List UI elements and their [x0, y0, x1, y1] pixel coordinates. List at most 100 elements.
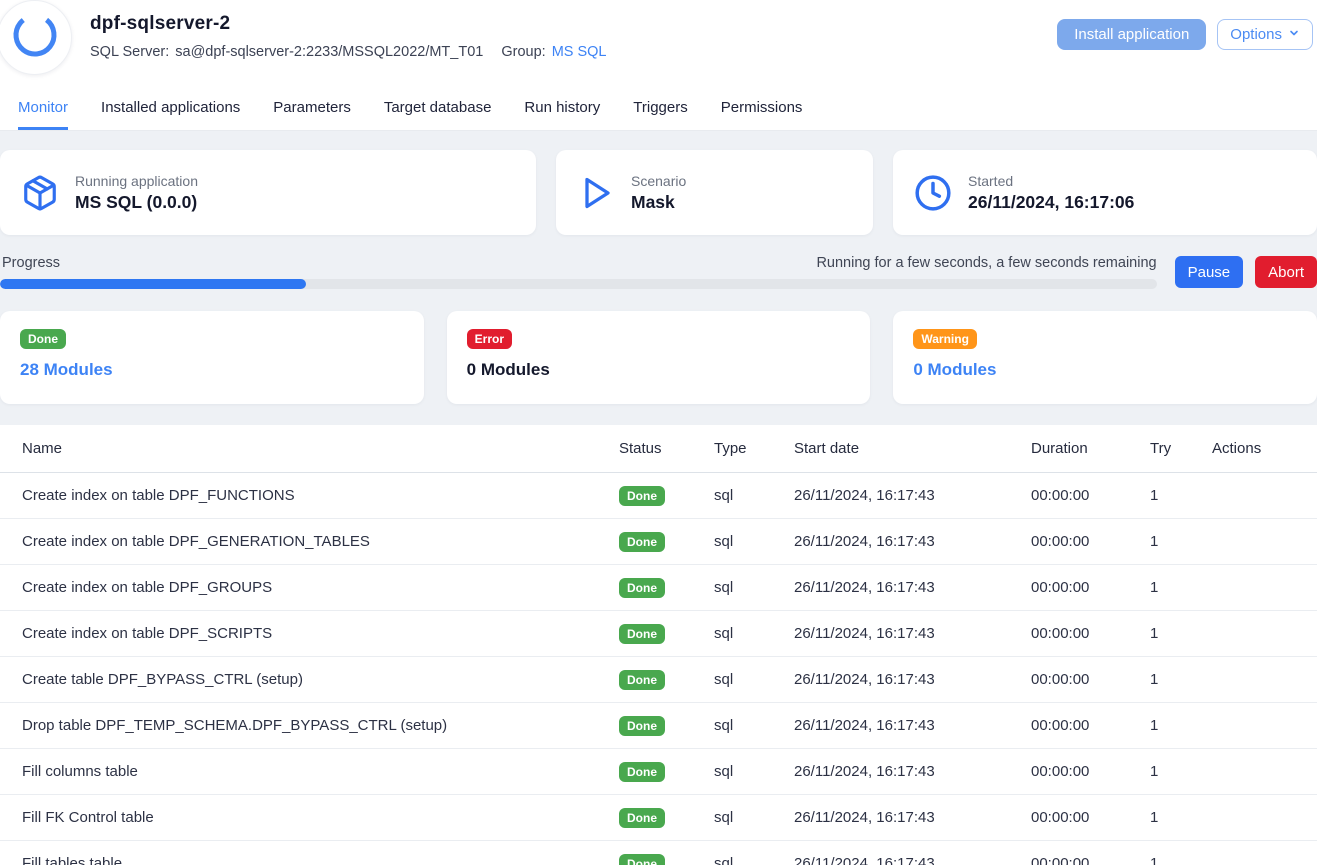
- cell-duration: 00:00:00: [1031, 717, 1150, 734]
- cell-name: Fill FK Control table: [0, 809, 619, 826]
- done-badge: Done: [619, 854, 665, 865]
- cell-status: Done: [619, 624, 714, 644]
- done-badge: Done: [619, 486, 665, 506]
- done-badge: Done: [619, 578, 665, 598]
- tab-permissions[interactable]: Permissions: [721, 88, 803, 130]
- cell-try: 1: [1150, 809, 1212, 826]
- done-badge: Done: [619, 670, 665, 690]
- cell-name: Create index on table DPF_GROUPS: [0, 579, 619, 596]
- tab-installed-applications[interactable]: Installed applications: [101, 88, 240, 130]
- running-application-card: Running application MS SQL (0.0.0): [0, 150, 536, 235]
- cell-name: Create index on table DPF_GENERATION_TAB…: [0, 533, 619, 550]
- cell-try: 1: [1150, 855, 1212, 865]
- options-button[interactable]: Options: [1217, 19, 1313, 50]
- cell-duration: 00:00:00: [1031, 809, 1150, 826]
- table-row[interactable]: Fill tables table Done sql 26/11/2024, 1…: [0, 841, 1317, 865]
- cell-start-date: 26/11/2024, 16:17:43: [794, 855, 1031, 865]
- table-row[interactable]: Create index on table DPF_GENERATION_TAB…: [0, 519, 1317, 565]
- table-body: Create index on table DPF_FUNCTIONS Done…: [0, 473, 1317, 865]
- cell-status: Done: [619, 808, 714, 828]
- cell-type: sql: [714, 625, 794, 642]
- cell-name: Create index on table DPF_SCRIPTS: [0, 625, 619, 642]
- column-header-duration: Duration: [1031, 440, 1150, 457]
- done-badge: Done: [619, 716, 665, 736]
- card-value: MS SQL (0.0.0): [75, 192, 198, 213]
- table-row[interactable]: Fill columns table Done sql 26/11/2024, …: [0, 749, 1317, 795]
- table-row[interactable]: Fill FK Control table Done sql 26/11/202…: [0, 795, 1317, 841]
- done-badge: Done: [619, 532, 665, 552]
- cell-status: Done: [619, 670, 714, 690]
- table-row[interactable]: Create table DPF_BYPASS_CTRL (setup) Don…: [0, 657, 1317, 703]
- done-badge: Done: [619, 762, 665, 782]
- cell-duration: 00:00:00: [1031, 625, 1150, 642]
- tab-run-history[interactable]: Run history: [524, 88, 600, 130]
- cell-try: 1: [1150, 487, 1212, 504]
- modules-count-link[interactable]: 0 Modules: [467, 360, 851, 380]
- play-icon: [576, 173, 616, 213]
- done-badge: Done: [619, 624, 665, 644]
- cell-status: Done: [619, 532, 714, 552]
- cell-status: Done: [619, 762, 714, 782]
- progress-status-text: Running for a few seconds, a few seconds…: [816, 255, 1156, 271]
- cell-type: sql: [714, 671, 794, 688]
- chevron-down-icon: [1288, 26, 1300, 43]
- cell-try: 1: [1150, 625, 1212, 642]
- cell-start-date: 26/11/2024, 16:17:43: [794, 763, 1031, 780]
- cell-start-date: 26/11/2024, 16:17:43: [794, 487, 1031, 504]
- cell-type: sql: [714, 533, 794, 550]
- tab-monitor[interactable]: Monitor: [18, 88, 68, 130]
- card-value: 26/11/2024, 16:17:06: [968, 192, 1134, 213]
- cell-name: Create index on table DPF_FUNCTIONS: [0, 487, 619, 504]
- pause-button[interactable]: Pause: [1175, 256, 1244, 288]
- module-summary-card: Warning 0 Modules: [893, 311, 1317, 404]
- cell-type: sql: [714, 809, 794, 826]
- table-row[interactable]: Create index on table DPF_GROUPS Done sq…: [0, 565, 1317, 611]
- cell-name: Fill columns table: [0, 763, 619, 780]
- cell-duration: 00:00:00: [1031, 579, 1150, 596]
- done-badge: Done: [619, 808, 665, 828]
- cell-status: Done: [619, 854, 714, 865]
- cell-try: 1: [1150, 763, 1212, 780]
- modules-count-link[interactable]: 0 Modules: [913, 360, 1297, 380]
- table-row[interactable]: Drop table DPF_TEMP_SCHEMA.DPF_BYPASS_CT…: [0, 703, 1317, 749]
- card-label: Started: [968, 173, 1134, 189]
- tab-triggers[interactable]: Triggers: [633, 88, 687, 130]
- module-cards-row: Done 28 Modules Error 0 Modules Warning …: [0, 311, 1317, 404]
- cell-duration: 00:00:00: [1031, 855, 1150, 865]
- cell-start-date: 26/11/2024, 16:17:43: [794, 579, 1031, 596]
- app-header: dpf-sqlserver-2 SQL Server: sa@dpf-sqlse…: [0, 0, 1317, 88]
- cell-status: Done: [619, 486, 714, 506]
- table-row[interactable]: Create index on table DPF_FUNCTIONS Done…: [0, 473, 1317, 519]
- cell-type: sql: [714, 717, 794, 734]
- cell-name: Create table DPF_BYPASS_CTRL (setup): [0, 671, 619, 688]
- cell-start-date: 26/11/2024, 16:17:43: [794, 717, 1031, 734]
- column-header-name: Name: [0, 440, 619, 457]
- group-link[interactable]: MS SQL: [552, 44, 607, 60]
- abort-button[interactable]: Abort: [1255, 256, 1317, 288]
- modules-count-link[interactable]: 28 Modules: [20, 360, 404, 380]
- tab-target-database[interactable]: Target database: [384, 88, 492, 130]
- started-card: Started 26/11/2024, 16:17:06: [893, 150, 1317, 235]
- scenario-card: Scenario Mask: [556, 150, 873, 235]
- cell-try: 1: [1150, 579, 1212, 596]
- column-header-status: Status: [619, 440, 714, 457]
- progress-fill: [0, 279, 306, 289]
- status-badge: Warning: [913, 329, 977, 349]
- status-badge: Error: [467, 329, 512, 349]
- progress-label: Progress: [2, 255, 60, 271]
- card-label: Scenario: [631, 173, 686, 189]
- tab-parameters[interactable]: Parameters: [273, 88, 351, 130]
- cell-name: Fill tables table: [0, 855, 619, 865]
- cell-start-date: 26/11/2024, 16:17:43: [794, 809, 1031, 826]
- column-header-actions: Actions: [1212, 440, 1317, 457]
- cell-start-date: 26/11/2024, 16:17:43: [794, 625, 1031, 642]
- cell-try: 1: [1150, 671, 1212, 688]
- spinner-icon: [12, 12, 58, 63]
- page-title: dpf-sqlserver-2: [90, 13, 606, 35]
- cell-type: sql: [714, 855, 794, 865]
- modules-table: Name Status Type Start date Duration Try…: [0, 425, 1317, 865]
- progress-section: Progress Running for a few seconds, a fe…: [0, 255, 1317, 289]
- cell-duration: 00:00:00: [1031, 533, 1150, 550]
- table-row[interactable]: Create index on table DPF_SCRIPTS Done s…: [0, 611, 1317, 657]
- install-application-button[interactable]: Install application: [1057, 19, 1206, 50]
